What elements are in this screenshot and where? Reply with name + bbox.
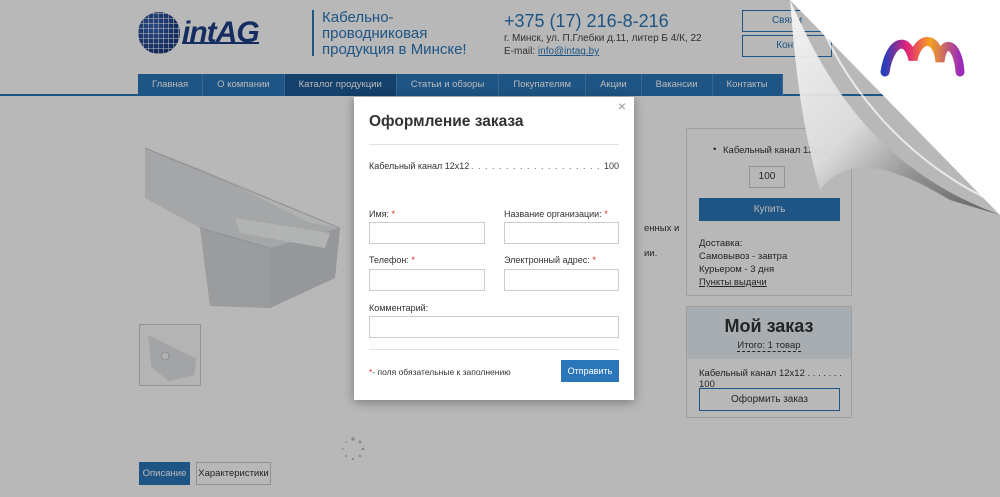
modal-title: Оформление заказа	[369, 113, 524, 130]
comment-label: Комментарий:	[369, 303, 429, 313]
email-label-text: Электронный адрес:	[504, 255, 590, 265]
phone-label-text: Телефон:	[369, 255, 409, 265]
phone-label: Телефон: *	[369, 255, 415, 265]
organization-label: Название организации: *	[504, 209, 608, 219]
modal-item-qty: 100	[601, 161, 619, 171]
submit-button[interactable]: Отправить	[561, 360, 619, 382]
phone-input[interactable]	[369, 269, 485, 291]
modal-divider	[369, 349, 619, 350]
close-icon[interactable]: ×	[615, 99, 629, 113]
page-peel-ad[interactable]	[790, 0, 1000, 215]
email-input[interactable]	[504, 269, 619, 291]
name-label-text: Имя:	[369, 209, 390, 219]
modal-item-dots: . . . . . . . . . . . . . . . . . . . . …	[464, 161, 599, 171]
modal-order-item: Кабельный канал 12х12 . . . . . . . . . …	[369, 161, 619, 171]
organization-label-text: Название организации:	[504, 209, 602, 219]
modal-divider	[369, 144, 619, 145]
required-asterisk: *	[592, 255, 596, 265]
required-asterisk: *	[391, 209, 396, 219]
name-input[interactable]	[369, 222, 485, 244]
required-asterisk: *	[411, 255, 415, 265]
required-asterisk: *	[604, 209, 608, 219]
organization-input[interactable]	[504, 222, 619, 244]
required-note-text: - поля обязательные к заполнению	[372, 367, 511, 377]
email-label: Электронный адрес: *	[504, 255, 596, 265]
required-note: *- поля обязательные к заполнению	[369, 367, 511, 377]
modal-item-name: Кабельный канал 12х12	[369, 161, 472, 171]
name-label: Имя: *	[369, 209, 395, 219]
comment-input[interactable]	[369, 316, 619, 338]
order-modal: × Оформление заказа Кабельный канал 12х1…	[354, 97, 634, 400]
